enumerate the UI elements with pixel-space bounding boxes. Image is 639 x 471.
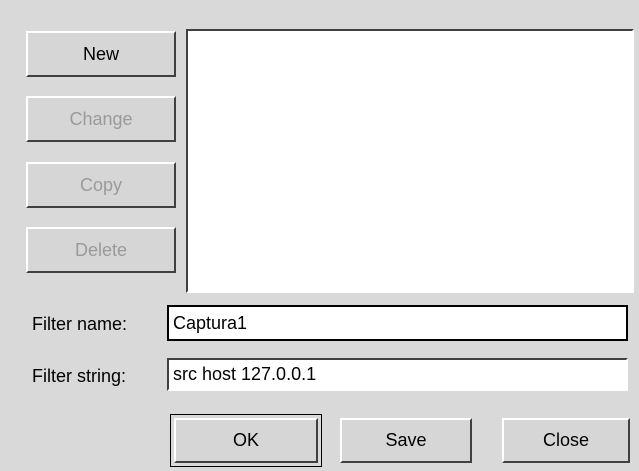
copy-button[interactable]: Copy bbox=[26, 162, 176, 208]
filter-name-input[interactable] bbox=[167, 305, 628, 341]
filter-name-label: Filter name: bbox=[32, 314, 128, 334]
change-button[interactable]: Change bbox=[26, 96, 176, 142]
new-button[interactable]: New bbox=[26, 31, 176, 77]
filter-list[interactable] bbox=[186, 29, 634, 293]
filter-string-label: Filter string: bbox=[32, 366, 127, 386]
delete-button[interactable]: Delete bbox=[26, 227, 176, 273]
close-button[interactable]: Close bbox=[502, 418, 630, 463]
save-button[interactable]: Save bbox=[340, 418, 472, 463]
ok-button[interactable]: OK bbox=[170, 414, 322, 467]
filter-string-input[interactable] bbox=[167, 358, 628, 391]
